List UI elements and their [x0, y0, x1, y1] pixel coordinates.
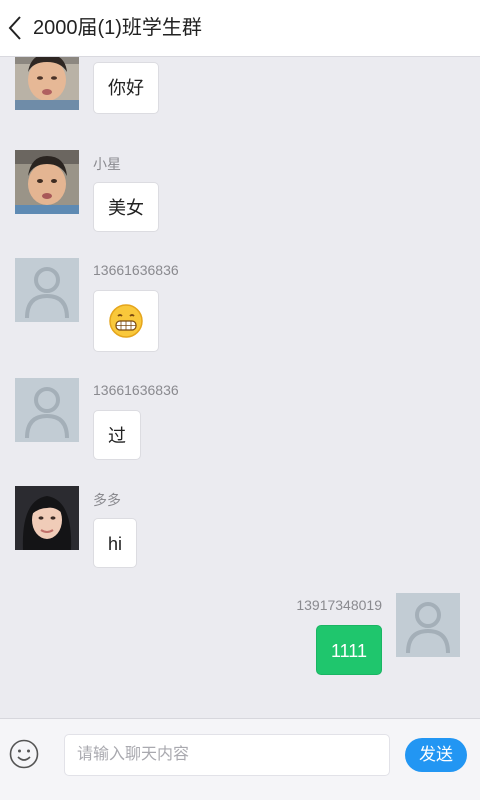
grinning-face-emoji	[109, 304, 143, 338]
message-list[interactable]: 小星 你好 小星 美女	[0, 56, 480, 718]
sender-name: 13661636836	[93, 382, 179, 398]
back-button[interactable]	[4, 8, 34, 48]
chevron-left-icon	[8, 16, 21, 40]
sender-name: 13917348019	[296, 597, 382, 613]
sender-avatar[interactable]	[15, 486, 79, 550]
emoji-button[interactable]	[8, 738, 40, 770]
message-bubble[interactable]: 你好	[93, 62, 159, 114]
woman-photo-avatar	[15, 486, 79, 550]
message-bubble[interactable]: 过	[93, 410, 141, 460]
message-bubble[interactable]: 1111	[315, 625, 382, 675]
sender-name: 小星	[93, 156, 121, 172]
group-title: 2000届(1)班学生群	[33, 17, 202, 39]
message-item: 13661636836 过	[0, 378, 480, 468]
boy-photo-avatar	[15, 150, 79, 214]
message-item: 小星 你好	[0, 56, 480, 130]
message-item: 多多 hi	[0, 486, 480, 576]
sender-avatar[interactable]	[396, 593, 460, 657]
sender-avatar[interactable]	[15, 258, 79, 322]
sender-avatar[interactable]	[15, 378, 79, 442]
smiley-icon	[9, 739, 39, 769]
message-item: 小星 美女	[0, 150, 480, 240]
boy-photo-avatar	[15, 56, 79, 110]
send-button[interactable]: 发送	[405, 738, 467, 772]
sender-name: 多多	[93, 492, 121, 508]
default-user-icon	[396, 593, 460, 657]
message-item: 13661636836	[0, 258, 480, 358]
message-bubble[interactable]: hi	[93, 518, 138, 568]
message-item: 13917348019 1111	[0, 593, 480, 693]
message-bubble[interactable]	[93, 290, 159, 352]
top-bar: 2000届(1)班学生群	[0, 0, 480, 57]
message-input[interactable]	[64, 734, 390, 776]
sender-name: 13661636836	[93, 262, 179, 278]
message-bubble[interactable]: 美女	[93, 182, 159, 232]
sender-avatar[interactable]	[15, 56, 79, 110]
default-user-icon	[15, 258, 79, 322]
chat-screen: 2000届(1)班学生群 小星 你好	[0, 0, 480, 800]
composer-bar: 发送	[0, 718, 480, 800]
default-user-icon	[15, 378, 79, 442]
sender-avatar[interactable]	[15, 150, 79, 214]
